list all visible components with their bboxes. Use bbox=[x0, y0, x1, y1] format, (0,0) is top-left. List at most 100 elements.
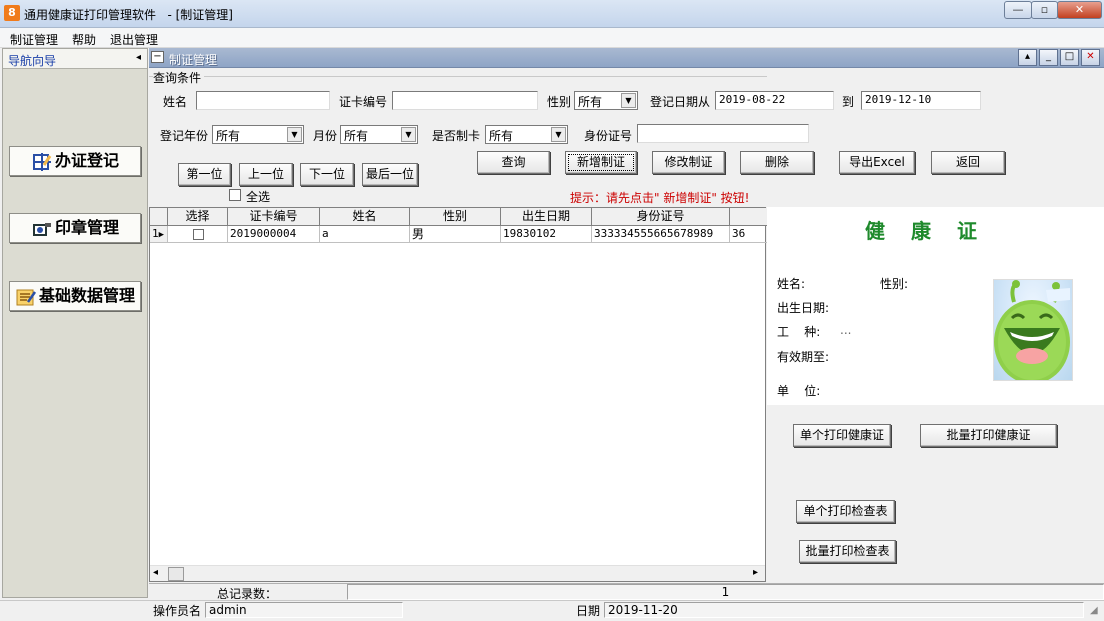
inner-close-button[interactable]: ✕ bbox=[1081, 49, 1100, 66]
nav-button-registration[interactable]: 办证登记 bbox=[9, 146, 141, 176]
card-valid-label: 有效期至: bbox=[777, 350, 830, 364]
scroll-left-icon[interactable]: ◂ bbox=[153, 567, 158, 578]
nav-button-seal[interactable]: 印章管理 bbox=[9, 213, 141, 243]
card-name-label: 姓名: bbox=[777, 277, 806, 291]
navigation-header: 导航向导 ◂ bbox=[3, 49, 147, 69]
inner-window-menu-icon[interactable]: − bbox=[151, 51, 164, 63]
column-header-card-number[interactable]: 证卡编号 bbox=[228, 208, 320, 226]
date-label: 日期 bbox=[576, 604, 601, 618]
month-label: 月份 bbox=[313, 129, 338, 143]
select-all-label: 全选 bbox=[246, 190, 271, 204]
nav-button-label: 办证登记 bbox=[54, 151, 119, 170]
print-single-card-button[interactable]: 单个打印健康证 bbox=[793, 424, 891, 447]
name-label: 姓名 bbox=[163, 95, 188, 109]
add-card-button[interactable]: 新增制证 bbox=[565, 151, 637, 174]
date-value: 2019-11-20 bbox=[604, 602, 1084, 618]
bottom-status-bar: 操作员名 admin 日期 2019-11-20 ◢ bbox=[0, 600, 1104, 621]
row-select-checkbox[interactable] bbox=[193, 228, 204, 240]
menu-help[interactable]: 帮助 bbox=[72, 31, 96, 48]
date-to-input[interactable]: 2019-12-10 bbox=[861, 91, 981, 110]
column-header-gender[interactable]: 性别 bbox=[410, 208, 501, 226]
column-header-id-number[interactable]: 身份证号 bbox=[592, 208, 730, 226]
id-number-label: 身份证号 bbox=[584, 129, 633, 143]
collapse-arrow-icon[interactable]: ◂ bbox=[136, 52, 141, 63]
grid-header: 选择 证卡编号 姓名 性别 出生日期 身份证号 bbox=[150, 208, 767, 226]
dropdown-arrow-icon: ▼ bbox=[287, 127, 302, 142]
query-button[interactable]: 查询 bbox=[477, 151, 550, 174]
inner-maximize-button[interactable]: □ bbox=[1060, 49, 1079, 66]
table-cell-name[interactable]: a bbox=[320, 226, 410, 243]
close-button[interactable]: ✕ bbox=[1057, 1, 1102, 19]
seal-icon bbox=[32, 222, 51, 236]
column-header-birth-date[interactable]: 出生日期 bbox=[501, 208, 592, 226]
print-batch-check-button[interactable]: 批量打印检查表 bbox=[799, 540, 896, 563]
name-input[interactable] bbox=[196, 91, 330, 110]
nav-button-label: 基础数据管理 bbox=[38, 286, 135, 305]
minimize-button[interactable]: — bbox=[1004, 1, 1032, 19]
photo-image bbox=[993, 279, 1073, 381]
total-records-value: 1 bbox=[347, 584, 1104, 600]
column-header-extra[interactable] bbox=[730, 208, 767, 226]
previous-record-button[interactable]: 上一位 bbox=[239, 163, 293, 186]
dropdown-arrow-icon: ▼ bbox=[401, 127, 416, 142]
grid-corner bbox=[150, 208, 168, 226]
date-from-input[interactable]: 2019-08-22 bbox=[715, 91, 834, 110]
menu-bar: 制证管理 帮助 退出管理 bbox=[0, 28, 1104, 48]
year-label: 登记年份 bbox=[160, 129, 209, 143]
id-number-input[interactable] bbox=[637, 124, 809, 143]
gender-select[interactable]: 所有 ▼ bbox=[574, 91, 638, 110]
cartoon-avatar-icon bbox=[994, 280, 1070, 380]
operator-value: admin bbox=[205, 602, 403, 618]
resize-grip-icon[interactable]: ◢ bbox=[1090, 605, 1098, 616]
gender-label: 性别 bbox=[547, 95, 572, 109]
scrollbar-thumb[interactable] bbox=[168, 567, 184, 581]
nav-button-label: 印章管理 bbox=[54, 218, 119, 237]
year-select[interactable]: 所有 ▼ bbox=[212, 125, 304, 144]
edit-card-button[interactable]: 修改制证 bbox=[652, 151, 725, 174]
table-cell-id-number[interactable]: 333334555665678989 bbox=[592, 226, 730, 243]
card-number-input[interactable] bbox=[392, 91, 538, 110]
export-excel-button[interactable]: 导出Excel bbox=[839, 151, 915, 174]
card-made-label: 是否制卡 bbox=[432, 129, 481, 143]
maximize-button[interactable]: ▫ bbox=[1031, 1, 1058, 19]
date-from-label: 登记日期从 bbox=[650, 95, 711, 109]
next-record-button[interactable]: 下一位 bbox=[300, 163, 354, 186]
table-cell-card-number[interactable]: 2019000004 bbox=[228, 226, 320, 243]
records-grid: 选择 证卡编号 姓名 性别 出生日期 身份证号 1▶ 2019000004 a … bbox=[149, 207, 767, 582]
month-select[interactable]: 所有 ▼ bbox=[340, 125, 418, 144]
table-cell-birth-date[interactable]: 19830102 bbox=[501, 226, 592, 243]
table-row-select-cell[interactable] bbox=[168, 226, 228, 243]
card-unit-label: 单 位: bbox=[777, 384, 821, 398]
last-record-button[interactable]: 最后一位 bbox=[362, 163, 418, 186]
restore-up-button[interactable]: ▴ bbox=[1018, 49, 1037, 66]
horizontal-scrollbar[interactable]: ◂ ▸ bbox=[150, 565, 765, 581]
menu-card-management[interactable]: 制证管理 bbox=[10, 31, 58, 48]
card-made-select[interactable]: 所有 ▼ bbox=[485, 125, 568, 144]
registration-icon bbox=[32, 152, 52, 171]
card-made-select-value: 所有 bbox=[489, 129, 514, 143]
query-legend: 查询条件 bbox=[153, 69, 205, 86]
menu-exit[interactable]: 退出管理 bbox=[110, 31, 158, 48]
record-status-bar: 总记录数： 1 bbox=[149, 583, 1104, 601]
delete-button[interactable]: 删除 bbox=[740, 151, 814, 174]
nav-button-base-data[interactable]: 基础数据管理 bbox=[9, 281, 141, 311]
print-batch-card-button[interactable]: 批量打印健康证 bbox=[920, 424, 1057, 447]
return-button[interactable]: 返回 bbox=[931, 151, 1005, 174]
column-header-select[interactable]: 选择 bbox=[168, 208, 228, 226]
operator-label: 操作员名 bbox=[153, 604, 202, 618]
table-cell-extra[interactable]: 36 bbox=[730, 226, 767, 243]
card-birth-label: 出生日期: bbox=[777, 301, 830, 315]
row-indicator[interactable]: 1▶ bbox=[150, 226, 168, 243]
print-single-check-button[interactable]: 单个打印检查表 bbox=[796, 500, 895, 523]
first-record-button[interactable]: 第一位 bbox=[178, 163, 231, 186]
table-cell-gender[interactable]: 男 bbox=[410, 226, 501, 243]
scroll-right-icon[interactable]: ▸ bbox=[753, 567, 758, 578]
base-data-icon bbox=[16, 289, 37, 305]
column-header-name[interactable]: 姓名 bbox=[320, 208, 410, 226]
title-bar: 8 通用健康证打印管理软件 - [制证管理] — ▫ ✕ bbox=[0, 0, 1104, 28]
window-title: 通用健康证打印管理软件 - [制证管理] bbox=[24, 8, 233, 22]
card-number-label: 证卡编号 bbox=[339, 95, 388, 109]
card-gender-label: 性别: bbox=[880, 277, 909, 291]
inner-minimize-button[interactable]: _ bbox=[1039, 49, 1058, 66]
select-all-checkbox[interactable] bbox=[229, 189, 241, 201]
